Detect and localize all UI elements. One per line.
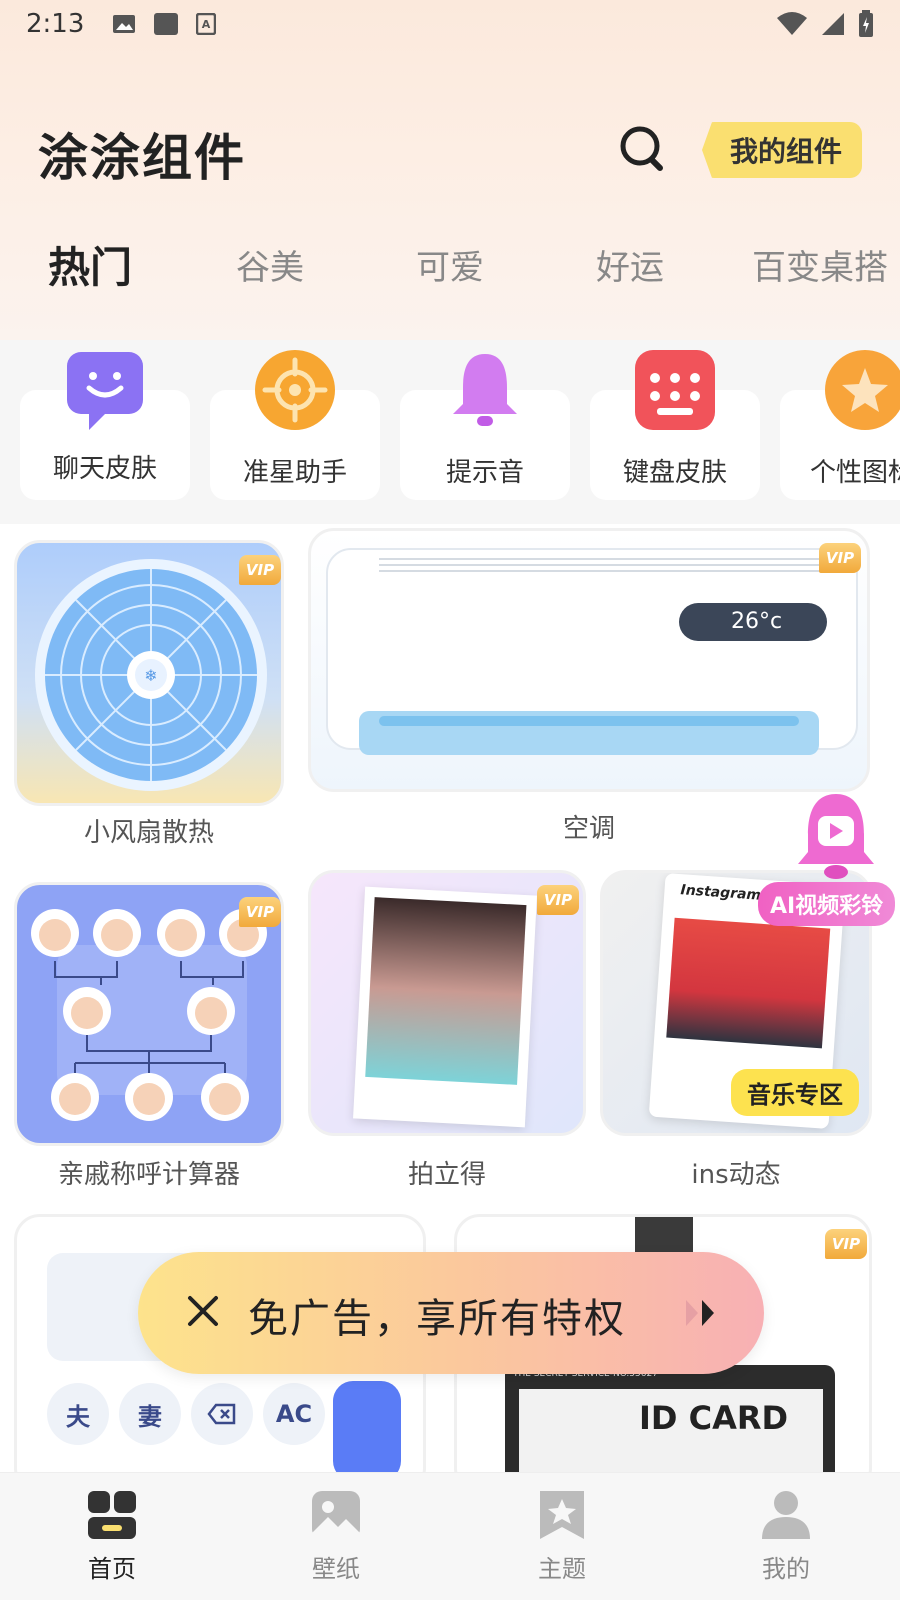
ai-video-ringtone-label: AI视频彩铃	[758, 882, 896, 926]
category-custom-icon[interactable]: 个性图标	[780, 350, 900, 500]
battery-icon	[859, 10, 873, 37]
app-title: 涂涂组件	[38, 129, 246, 187]
crosshair-icon	[255, 350, 335, 430]
profile-icon	[762, 1491, 810, 1539]
image-notification-icon	[113, 15, 136, 33]
nav-label: 我的	[762, 1555, 810, 1583]
chat-bubble-icon	[67, 352, 143, 430]
backspace-icon	[207, 1403, 236, 1425]
widget-air-conditioner[interactable]: 26°c VIP	[308, 528, 870, 792]
double-arrow-icon	[686, 1300, 714, 1326]
category-crosshair[interactable]: 准星助手	[210, 350, 380, 500]
category-label: 聊天皮肤	[52, 454, 157, 484]
nav-theme[interactable]: 主题	[502, 1489, 622, 1584]
app-notification-icon	[154, 13, 179, 35]
category-label: 个性图标	[810, 458, 900, 488]
ringtone-bell-icon	[798, 794, 874, 879]
category-label: 准星助手	[242, 458, 347, 488]
vip-badge: VIP	[239, 897, 281, 927]
tab-luck[interactable]: 好运	[596, 240, 664, 289]
tab-hot[interactable]: 热门	[48, 240, 132, 295]
key-backspace[interactable]	[191, 1383, 253, 1445]
category-ringtone[interactable]: 提示音	[400, 354, 570, 500]
key-equals[interactable]	[333, 1381, 401, 1472]
bell-icon	[453, 354, 517, 426]
theme-bookmark-icon	[540, 1491, 584, 1539]
music-zone-badge[interactable]: 音乐专区	[731, 1069, 859, 1116]
category-keyboard-skin[interactable]: 键盘皮肤	[590, 350, 760, 500]
svg-text:A: A	[202, 18, 211, 31]
ac-temperature: 26°c	[731, 609, 783, 634]
home-grid-icon	[88, 1491, 136, 1539]
category-label: 提示音	[445, 458, 524, 488]
tab-cute[interactable]: 可爱	[416, 240, 484, 289]
ins-post-photo	[666, 917, 831, 1049]
vip-badge: VIP	[239, 555, 281, 585]
vip-badge: VIP	[537, 885, 579, 915]
fan-illustration: ❄	[35, 559, 267, 791]
key-husband[interactable]: 夫	[47, 1383, 109, 1445]
widget-label: 亲戚称呼计算器	[57, 1160, 240, 1190]
search-icon	[620, 126, 663, 171]
nav-label: 壁纸	[312, 1555, 360, 1583]
key-wife[interactable]: 妻	[119, 1383, 181, 1445]
vip-badge: VIP	[825, 1229, 867, 1259]
tab-desktop[interactable]: 百变桌搭	[752, 240, 888, 289]
category-shortcuts: 聊天皮肤 准星助手 提示音 键盘皮肤 个性图标	[0, 344, 900, 504]
wallpaper-icon	[312, 1491, 360, 1539]
bottom-navigation: 首页 壁纸 主题 我的	[0, 1472, 900, 1600]
id-card-title: ID CARD	[639, 1399, 789, 1437]
nav-home[interactable]: 首页	[52, 1489, 172, 1584]
search-button[interactable]	[618, 124, 668, 174]
signal-icon	[822, 13, 844, 35]
widget-relatives-calculator[interactable]: VIP	[14, 882, 284, 1146]
status-time: 2:13	[26, 9, 85, 39]
keyboard-icon	[635, 350, 715, 430]
close-icon[interactable]	[186, 1294, 220, 1328]
wifi-icon	[777, 12, 807, 35]
status-bar: 2:13 A	[0, 0, 900, 48]
ai-video-ringtone-promo[interactable]: AI视频彩铃	[758, 790, 900, 930]
id-card-face: ID CARD	[519, 1389, 823, 1472]
polaroid-frame	[353, 886, 537, 1128]
polaroid-photo	[365, 897, 527, 1085]
my-widgets-button[interactable]: 我的组件	[702, 122, 862, 178]
notification-icons: A	[112, 13, 217, 35]
system-icons	[776, 10, 874, 38]
widget-label: 拍立得	[407, 1160, 486, 1190]
ac-illustration	[326, 548, 858, 755]
ins-logo-text: Instagram	[680, 882, 762, 904]
nav-label: 首页	[88, 1555, 136, 1583]
category-label: 键盘皮肤	[622, 458, 727, 488]
svg-text:❄: ❄	[144, 666, 157, 685]
id-card-holder: THE SECRET SERVICE-NO.55627 ID CARD	[505, 1365, 835, 1472]
vip-badge: VIP	[819, 543, 861, 573]
nav-profile[interactable]: 我的	[726, 1489, 846, 1584]
key-clear[interactable]: AC	[263, 1383, 325, 1445]
nav-wallpaper[interactable]: 壁纸	[276, 1489, 396, 1584]
font-notification-icon: A	[196, 13, 217, 35]
nav-label: 主题	[538, 1555, 586, 1583]
remove-ads-banner[interactable]: 免广告，享所有特权	[138, 1252, 764, 1374]
widget-label: 小风扇散热	[83, 818, 214, 848]
category-chat-skin[interactable]: 聊天皮肤	[20, 352, 190, 500]
remove-ads-text: 免广告，享所有特权	[248, 1296, 626, 1342]
star-icon	[825, 350, 900, 430]
header: 涂涂组件 我的组件	[0, 110, 900, 190]
widget-fan[interactable]: ❄ VIP	[14, 540, 284, 806]
widget-polaroid[interactable]: VIP	[308, 870, 586, 1136]
widget-label: ins动态	[691, 1160, 781, 1190]
category-tabs: 热门 谷美 可爱 好运 百变桌搭	[0, 240, 900, 304]
tab-gumei[interactable]: 谷美	[236, 240, 304, 289]
